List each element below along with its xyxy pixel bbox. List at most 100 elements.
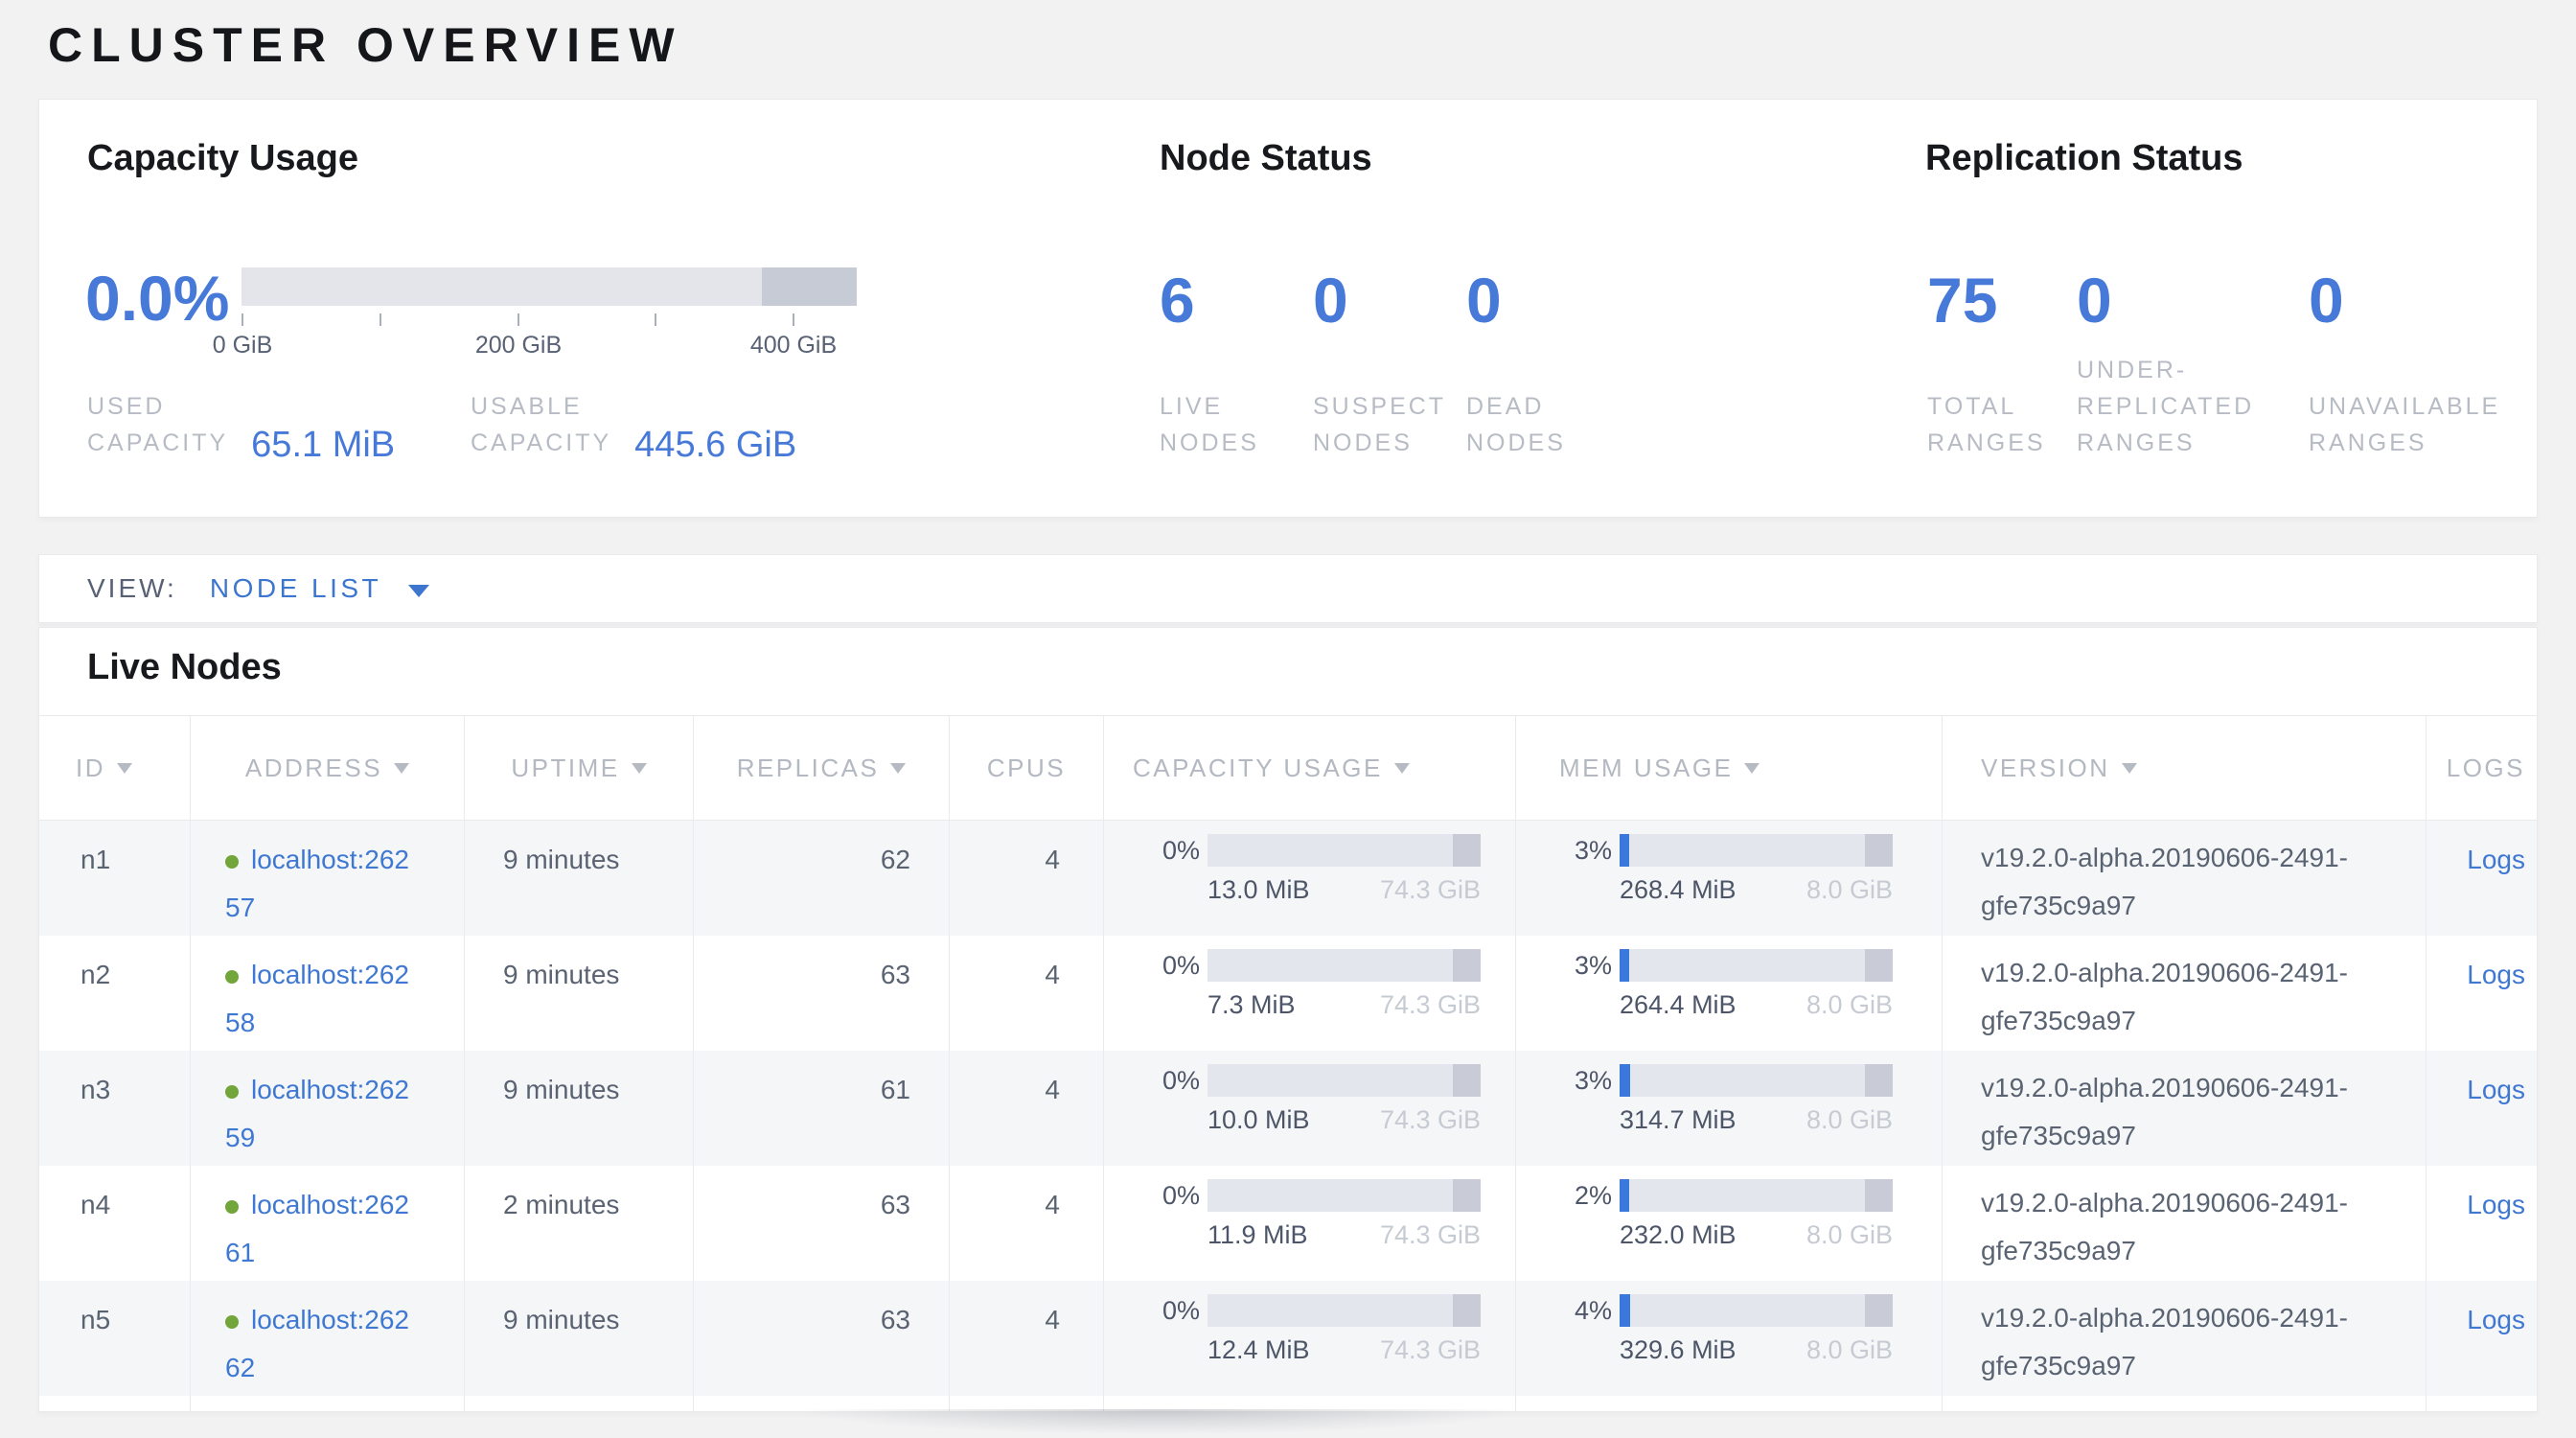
table-row: n4 localhost:26261 2 minutes 63 4 0% 11.… (39, 1166, 2538, 1281)
node-logs-cell: Logs (2426, 1166, 2538, 1281)
live-nodes-panel: Live Nodes ID ADDRESS UPTIME REPLICAS CP… (38, 627, 2538, 1412)
column-header-replicas[interactable]: REPLICAS (693, 716, 949, 820)
column-header-mem-usage[interactable]: MEM USAGE (1515, 716, 1942, 820)
mem-usage-fill (1620, 1179, 1629, 1212)
replication-status-heading: Replication Status (1925, 138, 2243, 179)
mem-usage-fill (1620, 1294, 1630, 1327)
sort-arrow-icon (2122, 763, 2137, 774)
usable-capacity-label: USABLE CAPACITY (471, 388, 611, 461)
mem-used-value: 232.0 MiB (1620, 1220, 1736, 1250)
node-address-cell: localhost:26261 (190, 1166, 464, 1281)
node-address-link[interactable]: localhost:26259 (225, 1075, 464, 1162)
mem-usage-fill (1620, 949, 1629, 982)
node-logs-link[interactable]: Logs (2467, 1075, 2525, 1104)
mem-usage-bar (1620, 1179, 1893, 1212)
gauge-tick (380, 313, 381, 326)
capacity-usage-bar (1208, 1294, 1481, 1327)
unavailable-ranges-stat: 0 UNAVAILABLE RANGES (2309, 268, 2500, 461)
capacity-usage-bar (1208, 834, 1481, 867)
live-nodes-count: 6 (1160, 268, 1259, 332)
mem-used-value: 314.7 MiB (1620, 1105, 1736, 1135)
node-logs-link[interactable]: Logs (2467, 1305, 2525, 1334)
used-capacity-label: USED CAPACITY (87, 388, 228, 461)
node-live-status-icon (225, 1315, 239, 1329)
capacity-used-percent: 0.0% (85, 267, 229, 330)
node-address-link[interactable]: localhost:26258 (225, 960, 464, 1047)
node-live-status-icon (225, 970, 239, 984)
gauge-tick (242, 313, 243, 326)
under-replicated-ranges-stat: 0 UNDER- REPLICATED RANGES (2077, 268, 2254, 461)
capacity-percent: 0% (1104, 836, 1200, 866)
capacity-percent: 0% (1104, 1066, 1200, 1096)
capacity-usage-bar (1208, 949, 1481, 982)
view-dropdown[interactable]: NODE LIST (210, 573, 429, 604)
node-live-status-icon (225, 1200, 239, 1214)
column-header-address[interactable]: ADDRESS (190, 716, 464, 820)
column-header-capacity-usage[interactable]: CAPACITY USAGE (1103, 716, 1515, 820)
node-version-cell: v19.2.0-alpha.20190606-2491-gfe735c9a97 (1942, 936, 2426, 1051)
node-mem-usage-cell: 3% 268.4 MiB 8.0 GiB (1515, 821, 1942, 936)
capacity-usable-value: 74.3 GiB (1380, 875, 1481, 905)
capacity-usage-reserved-segment (1453, 1294, 1481, 1327)
node-status-heading: Node Status (1160, 138, 1372, 179)
used-capacity-stat: USED CAPACITY 65.1 MiB (87, 388, 395, 461)
suspect-nodes-stat: 0 SUSPECT NODES (1313, 268, 1446, 461)
node-id-cell: n4 (39, 1166, 190, 1281)
capacity-usage-bar (1208, 1179, 1481, 1212)
gauge-tick (793, 313, 794, 326)
mem-total-value: 8.0 GiB (1806, 875, 1893, 905)
node-address-link[interactable]: localhost:26262 (225, 1305, 464, 1392)
sort-arrow-icon (394, 763, 409, 774)
total-ranges-label: TOTAL RANGES (1927, 388, 2046, 461)
node-uptime-cell: 9 minutes (464, 936, 693, 1051)
mem-usage-fill (1620, 1064, 1630, 1097)
live-nodes-table-title: Live Nodes (87, 647, 282, 688)
node-replicas-cell: 63 (693, 936, 949, 1051)
under-replicated-ranges-count: 0 (2077, 268, 2254, 332)
node-logs-link[interactable]: Logs (2467, 1190, 2525, 1219)
column-header-version[interactable]: VERSION (1942, 716, 2426, 820)
sort-arrow-icon (117, 763, 132, 774)
node-address-link[interactable]: localhost:26257 (225, 845, 464, 932)
capacity-used-value: 12.4 MiB (1208, 1335, 1310, 1365)
mem-usage-reserved-segment (1865, 949, 1893, 982)
node-replicas-cell: 62 (693, 821, 949, 936)
gauge-tick-label: 400 GiB (750, 332, 837, 360)
column-header-id[interactable]: ID (39, 716, 190, 820)
node-replicas-cell: 61 (693, 1051, 949, 1166)
capacity-usage-heading: Capacity Usage (87, 138, 358, 179)
node-address-cell: localhost:26258 (190, 936, 464, 1051)
node-capacity-usage-cell: 0% 13.0 MiB 74.3 GiB (1103, 821, 1515, 936)
mem-usage-bar (1620, 949, 1893, 982)
under-replicated-ranges-label: UNDER- REPLICATED RANGES (2077, 352, 2254, 461)
mem-usage-fill (1620, 834, 1629, 867)
node-address-cell: localhost:26262 (190, 1281, 464, 1396)
mem-usage-reserved-segment (1865, 1294, 1893, 1327)
node-address-cell: localhost:26257 (190, 821, 464, 936)
capacity-gauge-reserved-segment (762, 267, 857, 306)
table-header-row: ID ADDRESS UPTIME REPLICAS CPUS CAPACITY… (39, 715, 2538, 821)
live-nodes-label: LIVE NODES (1160, 388, 1259, 461)
capacity-percent: 0% (1104, 1181, 1200, 1211)
node-logs-link[interactable]: Logs (2467, 845, 2525, 874)
node-capacity-usage-cell: 0% 12.4 MiB 74.3 GiB (1103, 1281, 1515, 1396)
node-replicas-cell: 63 (693, 1281, 949, 1396)
node-id-cell: n5 (39, 1281, 190, 1396)
sort-arrow-icon (890, 763, 906, 774)
capacity-usable-value: 74.3 GiB (1380, 1220, 1481, 1250)
node-live-status-icon (225, 855, 239, 869)
mem-usage-bar (1620, 1064, 1893, 1097)
node-logs-cell: Logs (2426, 1051, 2538, 1166)
node-address-link[interactable]: localhost:26261 (225, 1190, 464, 1277)
node-id-cell: n2 (39, 936, 190, 1051)
mem-usage-reserved-segment (1865, 1179, 1893, 1212)
node-logs-cell: Logs (2426, 1281, 2538, 1396)
node-id-cell: n3 (39, 1051, 190, 1166)
node-logs-link[interactable]: Logs (2467, 960, 2525, 989)
column-header-uptime[interactable]: UPTIME (464, 716, 693, 820)
capacity-used-value: 7.3 MiB (1208, 990, 1296, 1020)
node-uptime-cell: 9 minutes (464, 1281, 693, 1396)
chevron-down-icon (408, 585, 429, 597)
node-cpus-cell: 4 (949, 821, 1103, 936)
capacity-used-value: 13.0 MiB (1208, 875, 1310, 905)
